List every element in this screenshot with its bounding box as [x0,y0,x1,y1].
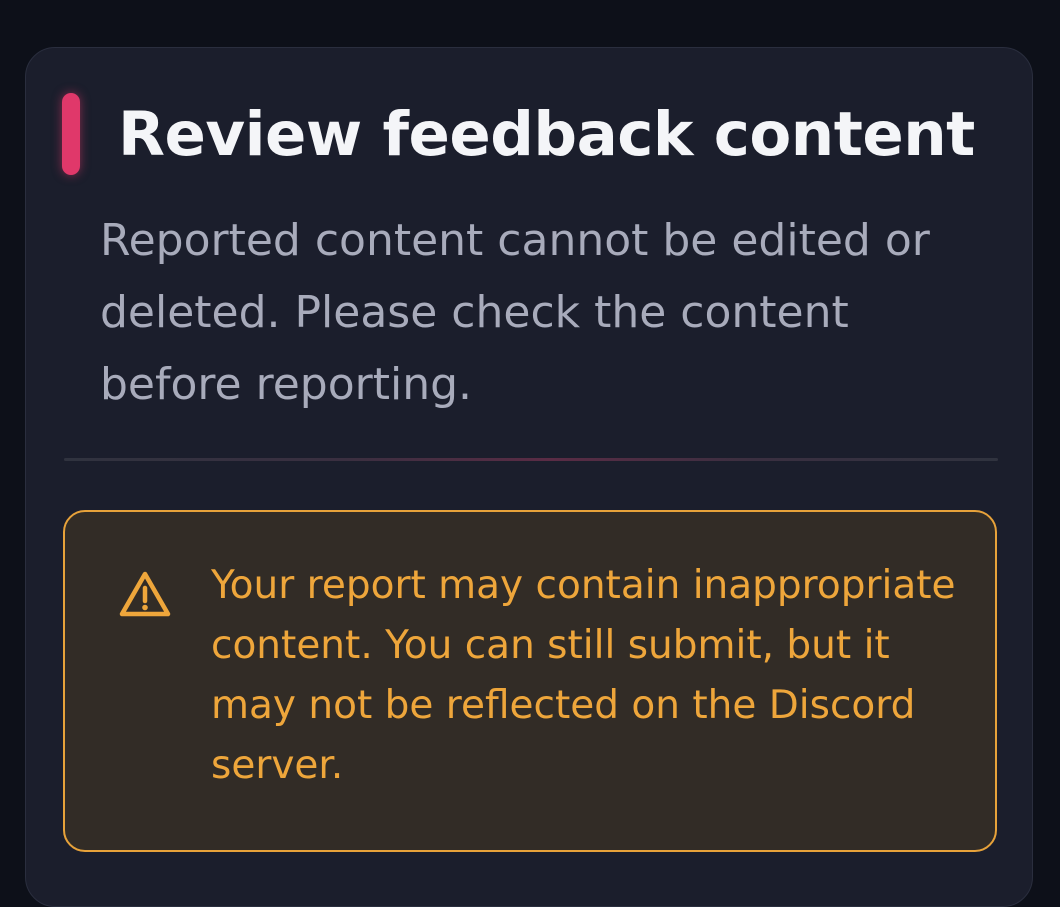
divider [64,458,998,461]
warning-triangle-icon [119,570,171,618]
title-accent-bar [62,93,80,175]
dialog-title: Review feedback content [118,99,975,170]
dialog-description: Reported content cannot be edited or del… [100,215,930,410]
warning-callout: Your report may contain inappropriate co… [63,510,997,852]
review-feedback-dialog: Review feedback content Reported content… [25,47,1033,907]
warning-message: Your report may contain inappropriate co… [211,563,956,788]
dialog-header: Review feedback content [62,92,1012,178]
